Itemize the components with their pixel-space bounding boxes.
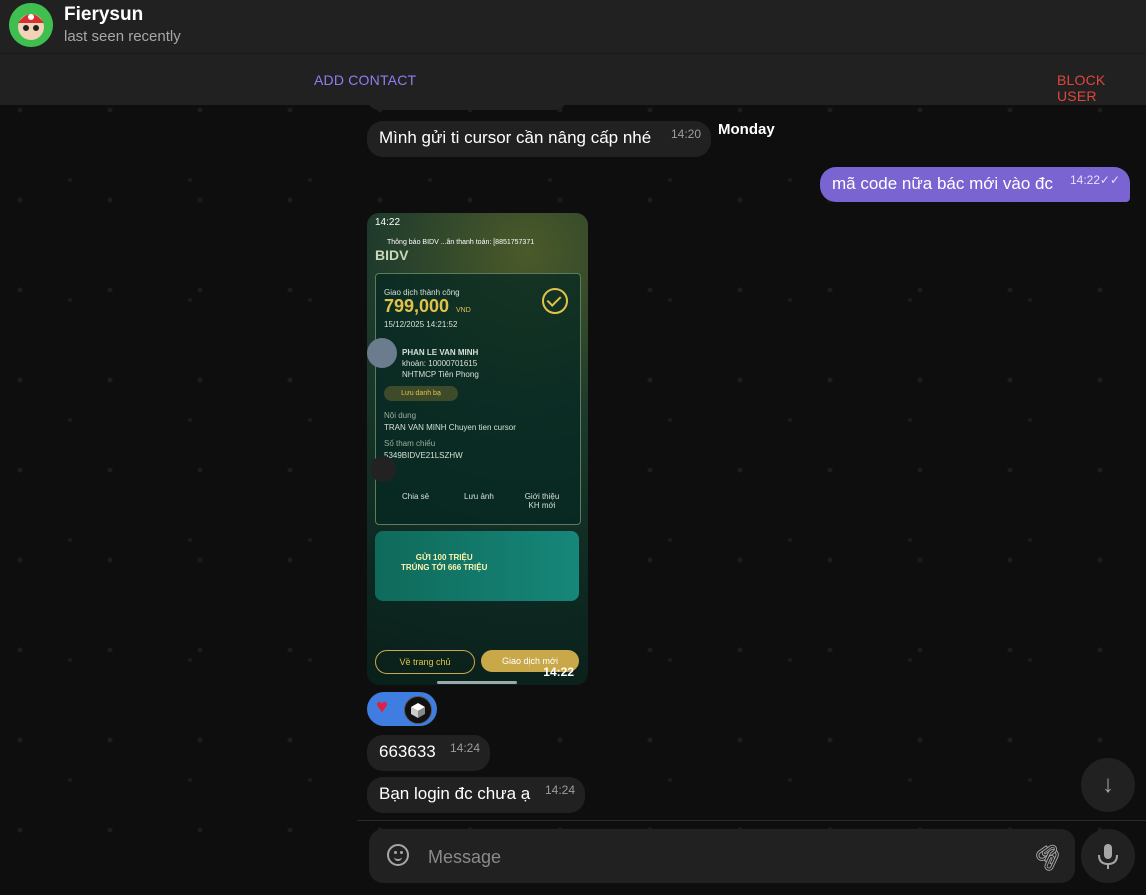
message-bubble-outgoing[interactable]: mã code nữa bác mới vào đc 14:22 ✓✓	[820, 167, 1130, 202]
message-composer: 🖇	[369, 829, 1075, 885]
chat-title: Fierysun	[64, 4, 144, 25]
message-time: 14:22	[1069, 173, 1100, 187]
promo-banner: GỬI 100 TRIỆU TRÚNG TỚI 666 TRIỆU	[375, 531, 579, 601]
date-separator: Monday	[718, 121, 775, 138]
microphone-icon	[1098, 844, 1118, 869]
share-action: Chia sẻ	[402, 492, 430, 501]
receiver-avatar	[367, 338, 397, 368]
ref-value: 5349BIDVE21LSZHW	[384, 451, 463, 460]
message-time: 14:20	[670, 127, 701, 141]
tx-amount: 799,000	[384, 296, 450, 316]
message-time: 14:24	[449, 741, 480, 755]
previous-message-bubble[interactable]	[367, 96, 567, 110]
success-check-icon	[542, 288, 568, 314]
block-user-button[interactable]: BLOCK USER	[1057, 72, 1146, 104]
arrow-down-icon: ↓	[1102, 771, 1114, 798]
reactions-bar[interactable]: ♥	[367, 692, 437, 726]
message-time: 14:24	[544, 783, 575, 797]
message-input[interactable]	[426, 829, 1010, 885]
bank-logo: BIDV	[375, 247, 409, 263]
banner-line1: GỬI 100 TRIỆU	[415, 553, 473, 562]
tx-currency: VND	[456, 307, 471, 314]
emoji-icon[interactable]	[387, 844, 409, 866]
divider	[357, 820, 1146, 821]
receipt-card: Giao dịch thành công 799,000 VND 15/12/2…	[375, 273, 581, 525]
content-label: Nội dung	[384, 411, 417, 420]
photo-notification: Thông báo BIDV ...ân thanh toán: [885175…	[387, 239, 535, 246]
reactor-avatar	[404, 696, 432, 724]
last-seen-status: last seen recently	[64, 28, 181, 45]
message-bubble[interactable]: Bạn login đc chưa ạ 14:24	[367, 777, 585, 813]
save-image-action: Lưu ảnh	[464, 492, 494, 501]
scroll-down-button[interactable]: ↓	[1081, 758, 1135, 812]
message-text: mã code nữa bác mới vào đc	[832, 174, 1053, 193]
invite-action: Giới thiệu KH mới	[524, 492, 560, 510]
message-text: Mình gửi ti cursor cần nâng cấp nhé	[379, 128, 652, 147]
sender-avatar	[370, 456, 396, 482]
voice-record-button[interactable]	[1081, 829, 1135, 883]
paperclip-icon[interactable]: 🖇	[1027, 836, 1069, 878]
ref-label: Số tham chiếu	[384, 439, 436, 448]
action-bar: ADD CONTACT BLOCK USER	[0, 53, 1146, 105]
message-bubble[interactable]: Mình gửi ti cursor cần nâng cấp nhé 14:2…	[367, 121, 711, 157]
content-value: TRAN VAN MINH Chuyen tien cursor	[384, 423, 516, 432]
photo-message[interactable]: 14:22 Thông báo BIDV ...ân thanh toán: […	[367, 213, 588, 685]
chat-header[interactable]: Fierysun last seen recently	[0, 0, 1146, 53]
photo-status-time: 14:22	[375, 217, 401, 228]
heart-reaction-icon[interactable]: ♥	[376, 696, 388, 719]
photo-time: 14:22	[543, 665, 574, 679]
receiver-account: khoản: 10000701615	[402, 359, 478, 368]
tx-datetime: 15/12/2025 14:21:52	[384, 320, 458, 329]
avatar[interactable]	[9, 3, 53, 47]
save-contact-button: Lưu danh bạ	[384, 386, 458, 401]
banner-line2: TRÚNG TỚI 666 TRIỆU	[401, 563, 488, 572]
avatar-image	[9, 3, 53, 47]
add-contact-button[interactable]: ADD CONTACT	[314, 72, 416, 88]
message-text: 663633	[379, 742, 436, 761]
reactor-avatar-image	[411, 703, 425, 718]
read-ticks-icon: ✓✓	[1099, 173, 1120, 187]
receiver-bank: NHTMCP Tiên Phong	[402, 370, 479, 379]
message-bubble[interactable]: 663633 14:24	[367, 735, 490, 771]
receiver-name: PHAN LE VAN MINH	[402, 348, 479, 357]
home-indicator	[437, 681, 517, 684]
message-text: Bạn login đc chưa ạ	[379, 784, 531, 803]
home-button: Về trang chủ	[375, 650, 475, 674]
